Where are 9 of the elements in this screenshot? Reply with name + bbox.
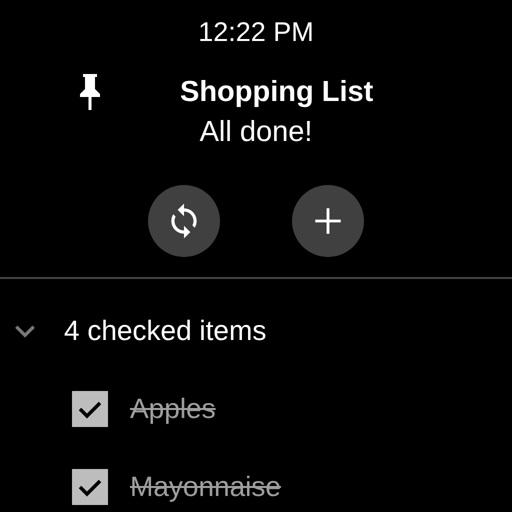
status-text: All done! — [200, 116, 312, 149]
clock-time: 12:22 PM — [198, 16, 314, 49]
item-text: Mayonnaise — [130, 471, 281, 503]
checkbox[interactable] — [72, 391, 108, 427]
section-label[interactable]: 4 checked items — [64, 315, 266, 347]
pin-icon[interactable] — [78, 74, 102, 110]
note-title: Shopping List — [180, 76, 374, 108]
checkbox[interactable] — [72, 469, 108, 505]
item-text: Apples — [130, 393, 216, 425]
